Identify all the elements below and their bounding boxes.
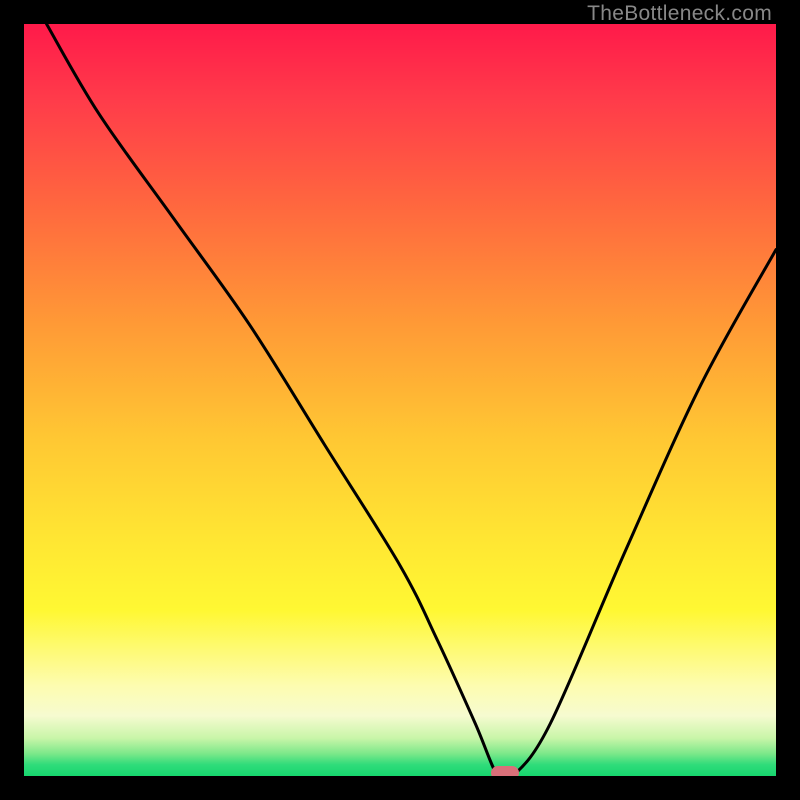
chart-frame: TheBottleneck.com [0,0,800,800]
optimal-marker [491,766,519,776]
plot-area [24,24,776,776]
bottleneck-curve [24,24,776,776]
watermark-text: TheBottleneck.com [587,2,772,26]
